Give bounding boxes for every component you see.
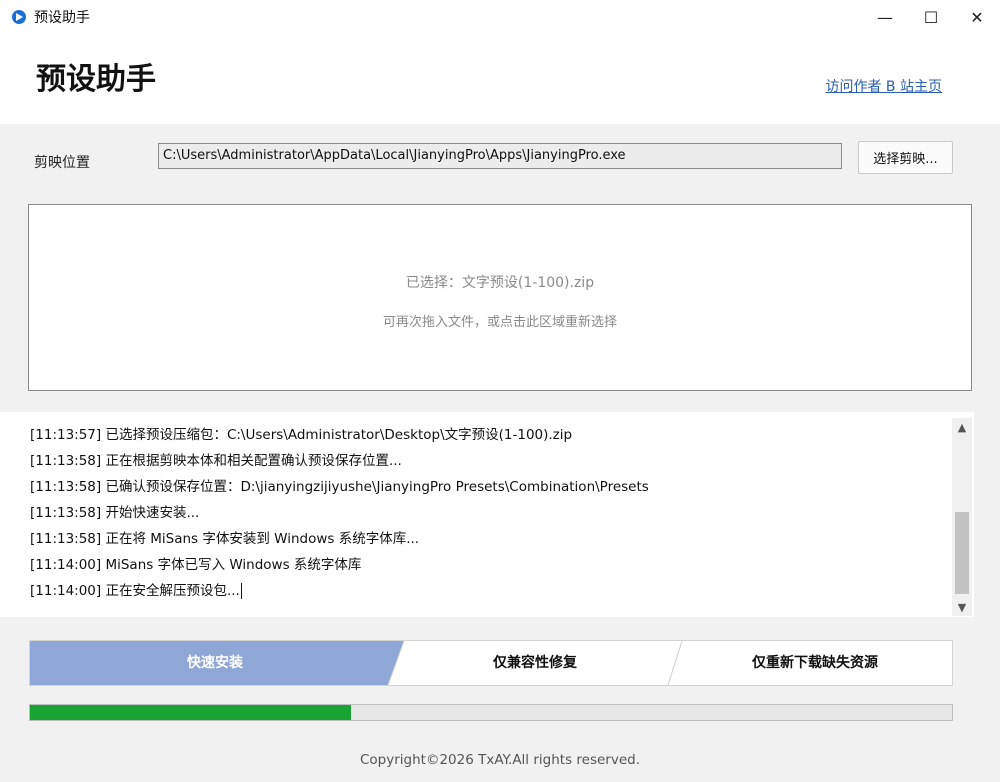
minimize-button[interactable]: — [862,0,908,34]
log-line: [11:13:58] 开始快速安装... [30,505,200,521]
compat-repair-button[interactable]: 仅兼容性修复 [390,641,680,685]
drop-hint-text: 可再次拖入文件，或点击此区域重新选择 [382,315,617,330]
log-scrollbar[interactable]: ▲ ▼ [952,418,972,616]
quick-install-button[interactable]: 快速安装 [30,641,400,685]
jianying-path-field[interactable]: C:\Users\Administrator\AppData\Local\Jia… [158,143,842,169]
log-line: [11:13:58] 已确认预设保存位置：D:\jianyingzijiyush… [30,479,649,495]
title-bar: 预设助手 — ☐ ✕ [0,0,1000,34]
scroll-thumb[interactable] [955,512,969,594]
scroll-up-arrow-icon[interactable]: ▲ [952,418,972,436]
author-homepage-link[interactable]: 访问作者 B 站主页 [825,76,942,96]
jianying-path-label: 剪映位置 [34,155,90,171]
page-title: 预设助手 [36,62,156,97]
app-logo-icon [12,10,26,24]
file-drop-zone[interactable]: 已选择：文字预设(1-100).zip 可再次拖入文件，或点击此区域重新选择 [28,204,972,391]
log-line-text: [11:14:00] 正在安全解压预设包... [30,583,240,599]
copyright-text: Copyright©2026 TxAY.All rights reserved. [359,752,640,768]
choose-jianying-button[interactable]: 选择剪映... [858,141,953,174]
progress-bar [29,704,953,721]
log-line-current: [11:14:00] 正在安全解压预设包... [30,578,649,604]
header: 预设助手 访问作者 B 站主页 [0,34,1000,124]
log-line: [11:14:00] MiSans 字体已写入 Windows 系统字体库 [30,557,362,573]
progress-fill [30,705,351,720]
log-line: [11:13:58] 正在将 MiSans 字体安装到 Windows 系统字体… [30,531,420,547]
selected-file-text: 已选择：文字预设(1-100).zip [405,275,595,291]
close-button[interactable]: ✕ [954,0,1000,34]
log-line: [11:13:57] 已选择预设压缩包：C:\Users\Administrat… [30,427,573,443]
scroll-down-arrow-icon[interactable]: ▼ [952,598,972,616]
log-panel: [11:13:57] 已选择预设压缩包：C:\Users\Administrat… [0,412,974,617]
action-bar: 快速安装 仅兼容性修复 仅重新下载缺失资源 [29,640,953,686]
maximize-button[interactable]: ☐ [908,0,954,34]
window-controls: — ☐ ✕ [862,0,1000,34]
window-title: 预设助手 [34,10,90,26]
log-lines: [11:13:57] 已选择预设压缩包：C:\Users\Administrat… [30,422,649,604]
redownload-missing-button[interactable]: 仅重新下载缺失资源 [680,641,950,685]
text-caret [240,583,242,599]
log-line: [11:13:58] 正在根据剪映本体和相关配置确认预设保存位置... [30,453,402,469]
